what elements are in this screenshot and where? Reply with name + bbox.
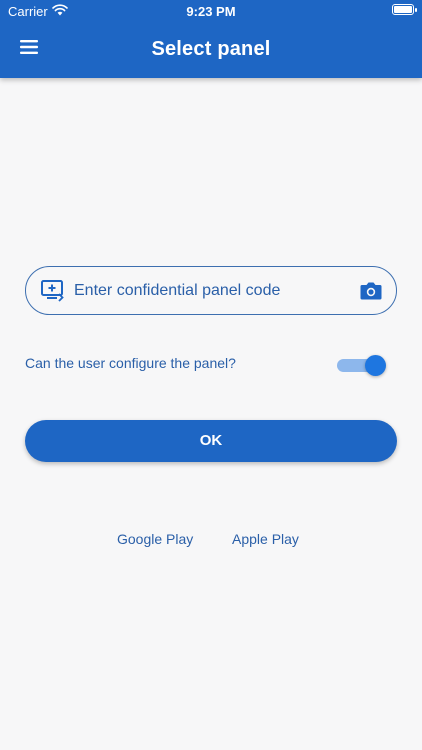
panel-code-field[interactable] [25,266,397,315]
configure-permission-row: Can the user configure the panel? [25,352,397,376]
google-play-link[interactable]: Google Play [117,531,193,547]
battery-icon [392,4,417,15]
apple-play-link[interactable]: Apple Play [232,531,299,547]
camera-icon[interactable] [358,278,384,304]
configure-permission-label: Can the user configure the panel? [25,355,236,371]
status-time: 9:23 PM [186,4,236,19]
configure-permission-toggle[interactable] [335,354,387,376]
panel-code-input[interactable] [66,281,358,300]
store-links: Google Play Apple Play [0,531,422,551]
ok-button[interactable]: OK [25,420,397,462]
toggle-knob [365,355,386,376]
status-bar: Carrier 9:23 PM [0,0,422,22]
add-screen-icon [40,278,66,304]
battery-fill [394,6,412,13]
page-title: Select panel [151,38,271,60]
app-header: Carrier 9:23 PM Select panel [0,0,422,78]
